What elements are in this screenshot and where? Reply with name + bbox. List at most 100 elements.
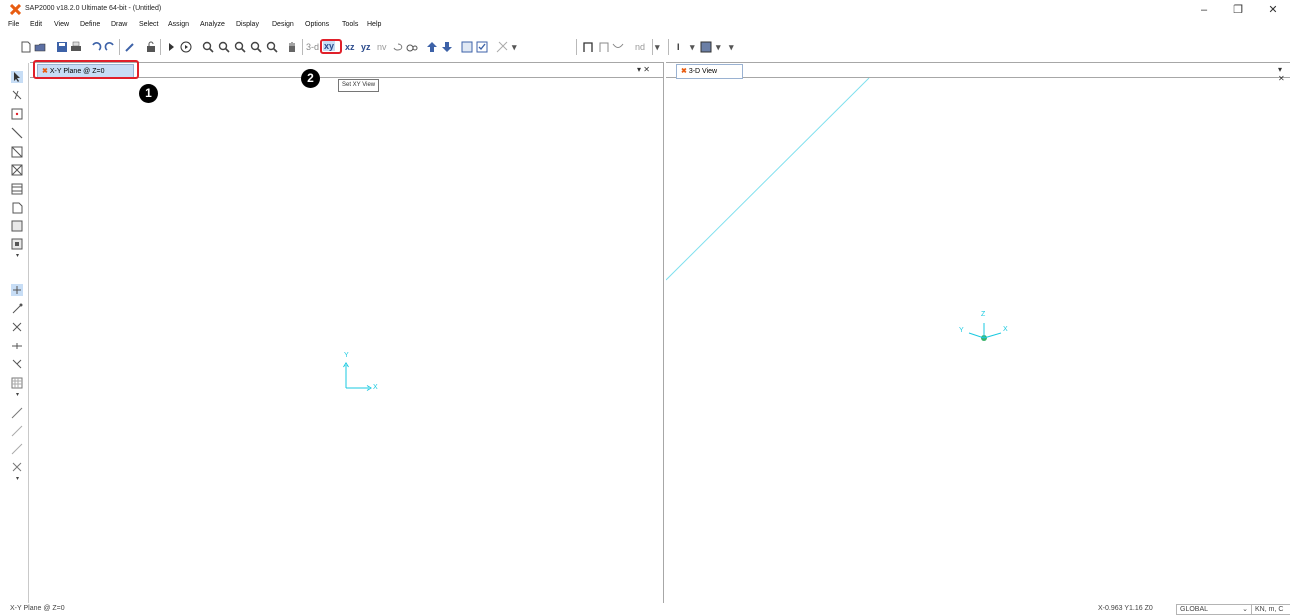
display-deformed-icon[interactable] [496, 41, 508, 53]
zoom-in-icon[interactable] [234, 41, 246, 53]
select-all-icon[interactable] [11, 407, 23, 419]
coord-dropdown-arrow: ⌄ [1242, 606, 1248, 613]
nd-label[interactable]: nd [635, 42, 645, 52]
set-display-options-icon[interactable] [476, 41, 488, 53]
menu-select[interactable]: Select [139, 21, 158, 28]
axis-y-label: Y [344, 352, 349, 359]
get-previous-selection-icon[interactable] [11, 425, 23, 437]
status-bar [0, 603, 1290, 615]
lock-icon[interactable] [145, 41, 157, 53]
status-active-view: X-Y Plane @ Z=0 [10, 605, 65, 612]
clear-selection-icon[interactable] [11, 443, 23, 455]
window-title: SAP2000 v18.2.0 Ultimate 64-bit - (Untit… [25, 5, 162, 12]
coordinate-system-value: GLOBAL [1180, 606, 1209, 613]
perspective-toggle-icon[interactable] [406, 41, 418, 53]
draw-cable-icon[interactable] [612, 41, 624, 53]
new-model-icon[interactable] [20, 41, 32, 53]
sap2000-app-icon [10, 4, 21, 15]
close-window-button[interactable]: ✕ [1258, 2, 1288, 18]
move-up-icon[interactable] [426, 41, 438, 53]
draw-joint-icon[interactable] [11, 108, 23, 120]
intersecting-line-select-icon[interactable] [11, 461, 23, 473]
save-icon[interactable] [56, 41, 68, 53]
draw-rect-area-icon[interactable] [11, 220, 23, 232]
run-animation-icon[interactable] [180, 41, 192, 53]
snap-grid-icon[interactable] [11, 377, 23, 389]
annotation-badge-2: 2 [301, 69, 320, 88]
menu-display[interactable]: Display [236, 21, 259, 28]
text-dropdown-arrow[interactable]: ▾ [690, 42, 695, 53]
draw-frame-icon[interactable] [582, 41, 594, 53]
snap-intersections-icon[interactable] [11, 321, 23, 333]
menu-file[interactable]: File [8, 21, 19, 28]
snap-more-arrow[interactable]: ▾ [16, 391, 19, 398]
draw-more-arrow[interactable]: ▾ [16, 252, 19, 259]
menu-draw[interactable]: Draw [111, 21, 127, 28]
restore-full-view-icon[interactable] [218, 41, 230, 53]
object-shrink-icon[interactable] [461, 41, 473, 53]
set-3d-view-button[interactable]: 3-d [306, 42, 319, 52]
menu-analyze[interactable]: Analyze [200, 21, 225, 28]
set-nv-view-button[interactable]: nv [377, 42, 387, 52]
menu-edit[interactable]: Edit [30, 21, 42, 28]
snap-points-icon[interactable] [11, 284, 23, 296]
status-coordinates: X-0.963 Y1.16 Z0 [1098, 605, 1153, 612]
minimize-button[interactable]: – [1189, 2, 1219, 18]
draw-frame-line-icon[interactable] [11, 127, 23, 139]
undo-icon[interactable] [90, 41, 102, 53]
set-yz-view-button[interactable]: yz [361, 42, 371, 52]
pane-splitter[interactable] [663, 62, 664, 603]
quick-draw-frame-icon[interactable] [11, 146, 23, 158]
redo-icon[interactable] [104, 41, 116, 53]
xy-axis-triad [343, 362, 372, 391]
run-analysis-icon[interactable] [165, 41, 177, 53]
pan-hand-icon[interactable] [286, 41, 298, 53]
menu-assign[interactable]: Assign [168, 21, 189, 28]
section-designer-icon[interactable] [700, 41, 712, 53]
menu-options[interactable]: Options [305, 21, 329, 28]
tab-3d-view-label: 3-D View [688, 68, 718, 75]
move-down-icon[interactable] [441, 41, 453, 53]
menu-define[interactable]: Define [80, 21, 100, 28]
restore-button[interactable]: ❐ [1223, 2, 1253, 18]
open-model-icon[interactable] [34, 41, 46, 53]
nd-dropdown-arrow[interactable]: ▾ [655, 42, 660, 53]
previous-zoom-icon[interactable] [266, 41, 278, 53]
zoom-out-icon[interactable] [250, 41, 262, 53]
snap-lines-icon[interactable] [11, 358, 23, 370]
quick-draw-secondary-icon[interactable] [11, 183, 23, 195]
tab-3d-view[interactable]: ✖ 3-D View [676, 64, 743, 79]
pointer-select-icon[interactable] [11, 71, 23, 83]
text-cursor-icon[interactable]: I [677, 42, 680, 52]
display-dropdown-arrow[interactable]: ▾ [512, 42, 517, 53]
left-pane-controls[interactable]: ▾ ✕ [637, 65, 650, 74]
snap-perpendicular-icon[interactable] [11, 340, 23, 352]
snap-ends-icon[interactable] [11, 303, 23, 315]
tooltip-set-xy-view: Set XY View [338, 79, 380, 92]
edit-pencil-icon[interactable] [124, 41, 136, 53]
menu-view[interactable]: View [54, 21, 69, 28]
set-xy-view-button[interactable]: xy [323, 41, 336, 51]
quick-draw-braces-icon[interactable] [11, 164, 23, 176]
3d-axis-y-label: Y [959, 327, 964, 334]
set-xz-view-button[interactable]: xz [345, 42, 355, 52]
menu-tools[interactable]: Tools [342, 21, 358, 28]
coordinate-system-select[interactable]: GLOBAL ⌄ [1176, 604, 1252, 615]
menu-help[interactable]: Help [367, 21, 381, 28]
units-select[interactable]: KN, m, C [1251, 604, 1290, 615]
reshape-icon[interactable] [11, 89, 23, 101]
3d-grid-line [666, 78, 870, 281]
print-icon[interactable] [70, 41, 82, 53]
section-dropdown-arrow[interactable]: ▾ [716, 42, 721, 53]
quick-draw-area-icon[interactable] [11, 238, 23, 250]
3d-axis-z-label: Z [981, 311, 986, 318]
draw-frame-2-icon[interactable] [598, 41, 610, 53]
right-pane-controls[interactable]: ▾ ✕ [1278, 65, 1290, 83]
rotate-3d-icon[interactable] [392, 41, 404, 53]
select-more-arrow[interactable]: ▾ [16, 475, 19, 482]
menu-design[interactable]: Design [272, 21, 294, 28]
more-dropdown-arrow[interactable]: ▾ [729, 42, 734, 53]
draw-poly-area-icon[interactable] [11, 202, 23, 214]
title-bar [0, 0, 1290, 19]
zoom-rubber-band-icon[interactable] [202, 41, 214, 53]
